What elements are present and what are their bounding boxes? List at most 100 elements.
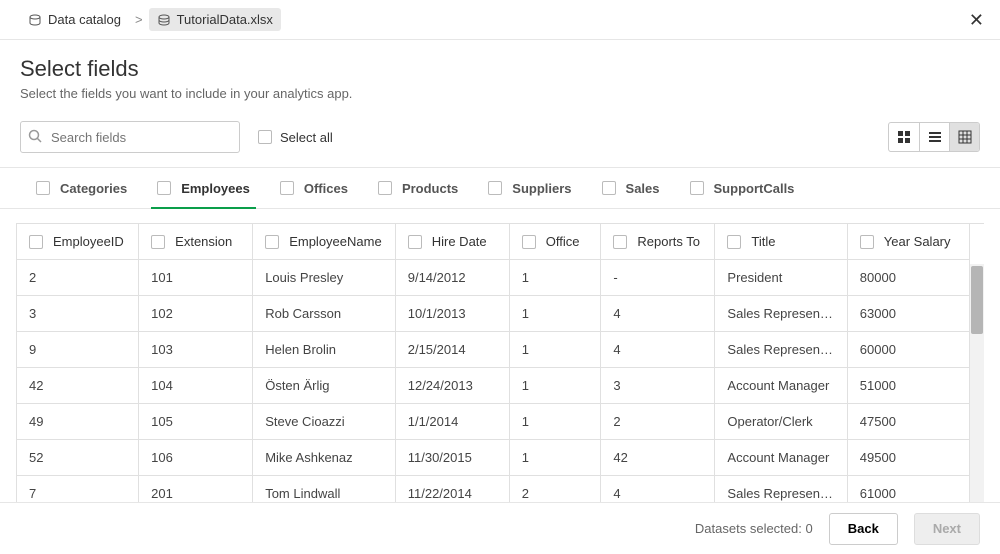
- page-title: Select fields: [20, 56, 980, 82]
- view-grid-button[interactable]: [889, 123, 919, 151]
- column-header[interactable]: Office: [509, 224, 601, 260]
- table-cell: 49500: [847, 440, 969, 476]
- table-cell: Östen Ärlig: [253, 368, 396, 404]
- tab-checkbox[interactable]: [690, 181, 704, 195]
- column-checkbox[interactable]: [408, 235, 422, 249]
- column-checkbox[interactable]: [522, 235, 536, 249]
- tab-products[interactable]: Products: [378, 168, 458, 208]
- view-table-button[interactable]: [949, 123, 979, 151]
- footer-status-count: 0: [806, 521, 813, 536]
- tab-label: SupportCalls: [714, 181, 795, 196]
- tab-checkbox[interactable]: [602, 181, 616, 195]
- table-cell: Account Manager: [715, 368, 847, 404]
- table-cell: 42: [601, 440, 715, 476]
- dataset-icon: [157, 13, 171, 27]
- tab-label: Employees: [181, 181, 250, 196]
- toolbar: Select all: [0, 113, 1000, 167]
- column-header[interactable]: Title: [715, 224, 847, 260]
- table-cell: 101: [139, 260, 253, 296]
- search-box: [20, 121, 240, 153]
- table-row[interactable]: 42104Östen Ärlig12/24/201313Account Mana…: [17, 368, 970, 404]
- close-button[interactable]: ✕: [969, 10, 984, 31]
- column-label: EmployeeName: [289, 234, 382, 249]
- tab-checkbox[interactable]: [280, 181, 294, 195]
- table-cell: Mike Ashkenaz: [253, 440, 396, 476]
- table-row[interactable]: 9103Helen Brolin2/15/201414Sales Represe…: [17, 332, 970, 368]
- column-checkbox[interactable]: [727, 235, 741, 249]
- column-label: Year Salary: [884, 234, 951, 249]
- table-cell: 2: [17, 260, 139, 296]
- tab-label: Products: [402, 181, 458, 196]
- table-row[interactable]: 52106Mike Ashkenaz11/30/2015142Account M…: [17, 440, 970, 476]
- table-cell: 52: [17, 440, 139, 476]
- table-cell: 1: [509, 404, 601, 440]
- search-icon: [28, 129, 42, 143]
- column-checkbox[interactable]: [29, 235, 43, 249]
- tab-checkbox[interactable]: [378, 181, 392, 195]
- tab-checkbox[interactable]: [36, 181, 50, 195]
- table-row[interactable]: 49105Steve Cioazzi1/1/201412Operator/Cle…: [17, 404, 970, 440]
- tab-sales[interactable]: Sales: [602, 168, 660, 208]
- tab-categories[interactable]: Categories: [36, 168, 127, 208]
- table-cell: 1: [509, 260, 601, 296]
- column-header[interactable]: Reports To: [601, 224, 715, 260]
- table-cell: 104: [139, 368, 253, 404]
- column-checkbox[interactable]: [265, 235, 279, 249]
- view-list-button[interactable]: [919, 123, 949, 151]
- select-all[interactable]: Select all: [258, 130, 333, 145]
- breadcrumb-current-label: TutorialData.xlsx: [177, 12, 273, 27]
- tab-suppliers[interactable]: Suppliers: [488, 168, 571, 208]
- tab-employees[interactable]: Employees: [157, 168, 250, 208]
- table-cell: 11/30/2015: [395, 440, 509, 476]
- select-all-label: Select all: [280, 130, 333, 145]
- table-cell: 9/14/2012: [395, 260, 509, 296]
- table-cell: Rob Carsson: [253, 296, 396, 332]
- back-button[interactable]: Back: [829, 513, 898, 545]
- breadcrumb-current[interactable]: TutorialData.xlsx: [149, 8, 281, 31]
- column-label: Office: [546, 234, 580, 249]
- table-cell: 1: [509, 368, 601, 404]
- table-cell: 105: [139, 404, 253, 440]
- table-cell: Operator/Clerk: [715, 404, 847, 440]
- table-cell: 60000: [847, 332, 969, 368]
- table-cell: President: [715, 260, 847, 296]
- select-all-checkbox[interactable]: [258, 130, 272, 144]
- column-header[interactable]: EmployeeID: [17, 224, 139, 260]
- table-cell: Helen Brolin: [253, 332, 396, 368]
- column-label: Reports To: [637, 234, 700, 249]
- column-header[interactable]: Year Salary: [847, 224, 969, 260]
- table-cell: 3: [17, 296, 139, 332]
- search-input[interactable]: [20, 121, 240, 153]
- column-header[interactable]: Extension: [139, 224, 253, 260]
- next-button[interactable]: Next: [914, 513, 980, 545]
- tab-checkbox[interactable]: [488, 181, 502, 195]
- table-cell: 1/1/2014: [395, 404, 509, 440]
- breadcrumb-root[interactable]: Data catalog: [20, 8, 129, 31]
- table-cell: 4: [601, 332, 715, 368]
- table-cell: 9: [17, 332, 139, 368]
- table-cell: 106: [139, 440, 253, 476]
- table-cell: 2: [601, 404, 715, 440]
- table-cell: 49: [17, 404, 139, 440]
- vertical-scrollbar[interactable]: [970, 264, 984, 502]
- tab-supportcalls[interactable]: SupportCalls: [690, 168, 795, 208]
- tab-label: Suppliers: [512, 181, 571, 196]
- tab-checkbox[interactable]: [157, 181, 171, 195]
- column-header[interactable]: Hire Date: [395, 224, 509, 260]
- table-row[interactable]: 2101Louis Presley9/14/20121-President800…: [17, 260, 970, 296]
- column-header[interactable]: EmployeeName: [253, 224, 396, 260]
- page-subtitle: Select the fields you want to include in…: [20, 86, 980, 101]
- table-cell: 1: [509, 296, 601, 332]
- breadcrumb-separator: >: [135, 12, 143, 27]
- table-cell: 51000: [847, 368, 969, 404]
- table-cell: 1: [509, 332, 601, 368]
- tab-offices[interactable]: Offices: [280, 168, 348, 208]
- table-cell: 102: [139, 296, 253, 332]
- footer-status: Datasets selected: 0: [695, 521, 813, 536]
- table-row[interactable]: 3102Rob Carsson10/1/201314Sales Represen…: [17, 296, 970, 332]
- column-checkbox[interactable]: [860, 235, 874, 249]
- column-checkbox[interactable]: [613, 235, 627, 249]
- table-cell: -: [601, 260, 715, 296]
- vertical-scrollbar-thumb[interactable]: [971, 266, 983, 334]
- column-checkbox[interactable]: [151, 235, 165, 249]
